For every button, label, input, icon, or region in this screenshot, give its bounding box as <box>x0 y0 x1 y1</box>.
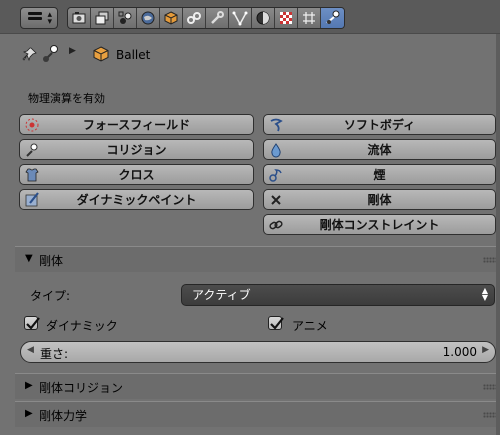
scrollbar-edge[interactable] <box>496 34 500 435</box>
properties-editor-icon <box>28 12 42 24</box>
pin-icon[interactable] <box>22 46 38 62</box>
cloth-icon <box>25 168 39 182</box>
properties-header: ▴ ▾ <box>0 0 500 34</box>
rigid-body-collisions-panel-header[interactable]: ▶ 剛体コリジョン <box>15 373 500 399</box>
context-breadcrumb: ▶ Ballet <box>0 34 500 82</box>
dynamic-paint-label: ダイナミックペイント <box>76 193 197 207</box>
object-cube-icon <box>93 46 109 62</box>
collision-label: コリジョン <box>106 143 167 157</box>
rigid-body-panel-title: 剛体 <box>39 254 64 268</box>
render-icon[interactable] <box>68 8 91 28</box>
force-field-button[interactable]: フォースフィールド <box>19 114 254 135</box>
mass-field[interactable]: ◀ 重さ: 1.000 ▶ <box>20 341 496 363</box>
rigid-body-collisions-title: 剛体コリジョン <box>39 381 124 395</box>
collapsed-triangle-icon: ▶ <box>25 380 33 391</box>
object-icon[interactable] <box>160 8 183 28</box>
breadcrumb-arrow-icon: ▶ <box>69 46 76 56</box>
chain-link-icon <box>269 220 283 230</box>
rigid-body-dynamics-panel-header[interactable]: ▶ 剛体力学 <box>15 401 500 427</box>
decrement-arrow-icon[interactable]: ◀ <box>27 345 34 355</box>
modifiers-icon[interactable] <box>206 8 229 28</box>
type-dropdown[interactable]: アクティブ ▲ ▼ <box>181 284 495 306</box>
soft-body-button[interactable]: ソフトボディ <box>263 114 496 135</box>
smoke-label: 煙 <box>373 168 386 182</box>
force-field-icon <box>25 118 39 132</box>
type-dropdown-value: アクティブ <box>192 288 251 302</box>
editor-type-menu-button[interactable]: ▴ ▾ <box>20 7 58 29</box>
chevron-updown-icon: ▴ ▾ <box>47 10 52 27</box>
cloth-button[interactable]: クロス <box>19 164 254 185</box>
rigid-body-button[interactable]: 剛体 <box>263 189 496 210</box>
mass-label: 重さ: <box>40 347 69 361</box>
world-icon[interactable] <box>137 8 160 28</box>
dynamic-paint-icon <box>25 192 39 207</box>
physics-context-icon <box>43 45 58 62</box>
object-name: Ballet <box>116 48 151 62</box>
soft-body-label: ソフトボディ <box>343 118 416 132</box>
dropdown-updown-icon: ▲ ▼ <box>481 286 488 302</box>
close-x-icon <box>271 195 281 205</box>
rigid-body-label: 剛体 <box>367 193 392 207</box>
fluid-drop-icon <box>271 143 281 158</box>
increment-arrow-icon[interactable]: ▶ <box>482 345 489 355</box>
fluid-label: 流体 <box>367 143 392 157</box>
checkmark-icon <box>270 317 284 330</box>
smoke-icon <box>269 169 282 182</box>
cloth-label: クロス <box>118 168 155 182</box>
material-icon[interactable] <box>252 8 275 28</box>
drag-grip-icon[interactable] <box>483 384 497 390</box>
force-field-label: フォースフィールド <box>82 118 191 132</box>
dynamic-label: ダイナミック <box>46 319 118 333</box>
data-icon[interactable] <box>229 8 252 28</box>
mass-value: 1.000 <box>442 345 477 359</box>
checkmark-icon <box>26 317 40 330</box>
dynamic-checkbox[interactable] <box>24 316 40 330</box>
physics-icon[interactable] <box>321 8 344 28</box>
constraints-icon[interactable] <box>183 8 206 28</box>
smoke-button[interactable]: 煙 <box>263 164 496 185</box>
rigid-body-constraint-label: 剛体コンストレイント <box>319 218 440 232</box>
type-label: タイプ: <box>30 289 71 303</box>
enable-physics-label: 物理演算を有効 <box>28 92 105 105</box>
collision-icon <box>26 143 38 157</box>
animated-label: アニメ <box>292 319 328 333</box>
context-tabs <box>67 7 345 29</box>
texture-icon[interactable] <box>275 8 298 28</box>
expanded-triangle-icon: ▼ <box>25 253 33 264</box>
animated-checkbox[interactable] <box>268 316 284 330</box>
render-layers-icon[interactable] <box>91 8 114 28</box>
rigid-body-constraint-button[interactable]: 剛体コンストレイント <box>263 214 496 235</box>
dynamic-paint-button[interactable]: ダイナミックペイント <box>19 189 254 210</box>
drag-grip-icon[interactable] <box>483 412 497 418</box>
rigid-body-dynamics-title: 剛体力学 <box>39 409 88 423</box>
drag-grip-icon[interactable] <box>483 257 497 263</box>
collision-button[interactable]: コリジョン <box>19 139 254 160</box>
soft-body-icon <box>270 118 283 132</box>
rigid-body-panel-header[interactable]: ▼ 剛体 <box>15 246 500 272</box>
particles-icon[interactable] <box>298 8 321 28</box>
fluid-button[interactable]: 流体 <box>263 139 496 160</box>
collapsed-triangle-icon: ▶ <box>25 408 33 419</box>
scene-icon[interactable] <box>114 8 137 28</box>
